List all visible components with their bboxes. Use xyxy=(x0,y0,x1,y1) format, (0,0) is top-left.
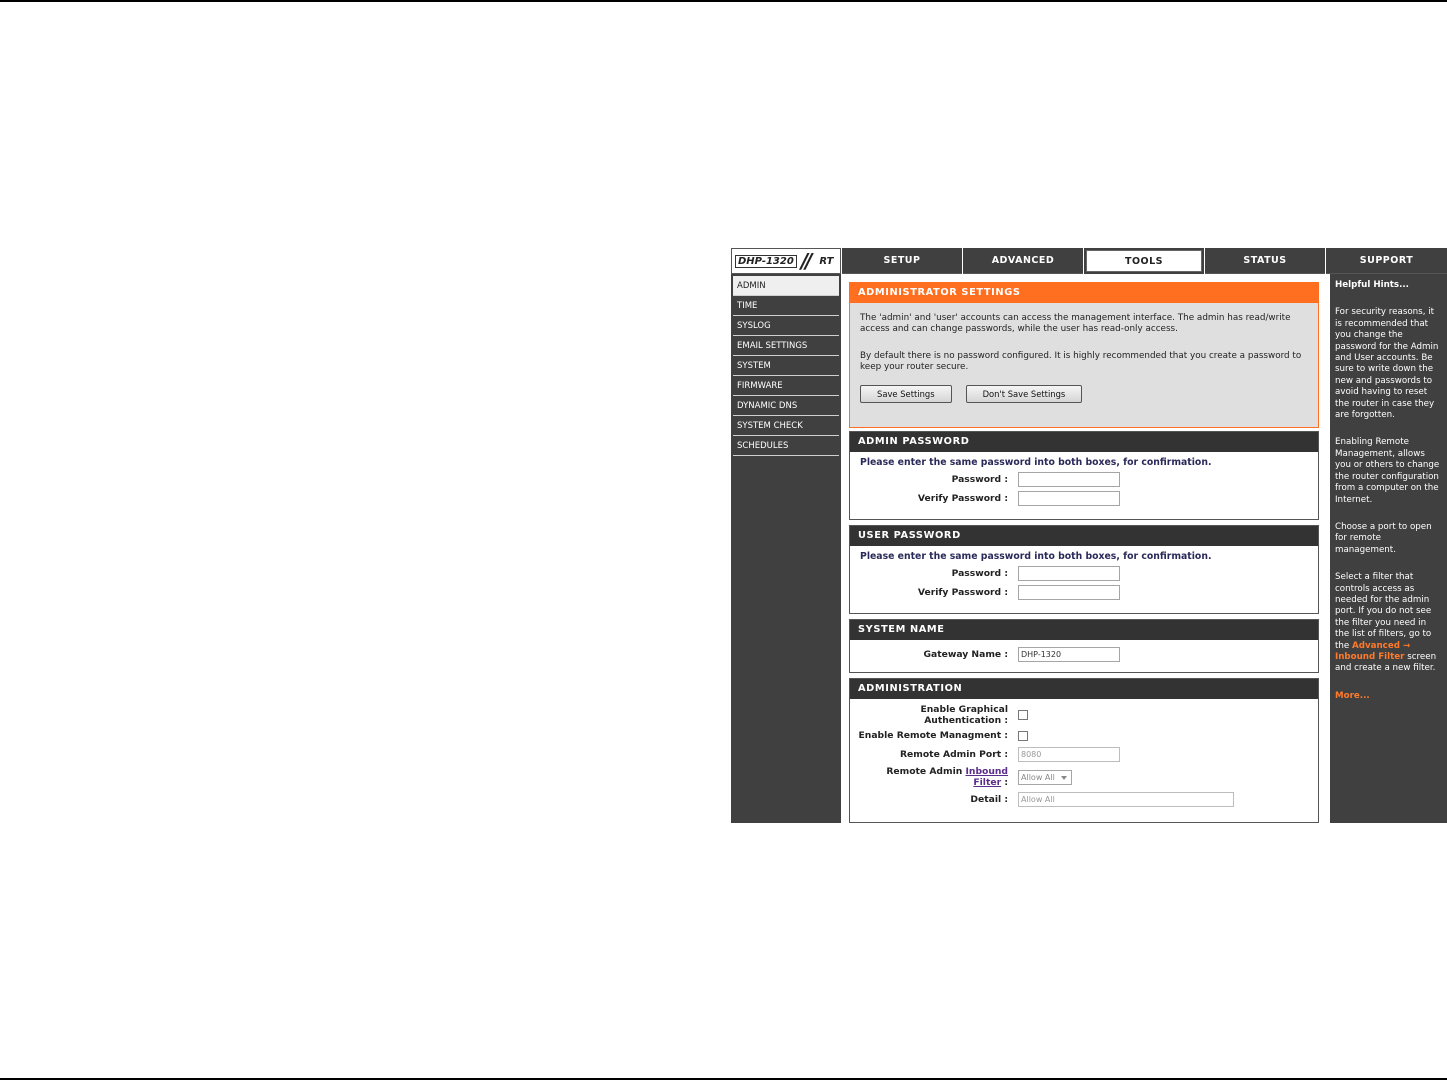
graphical-auth-checkbox[interactable] xyxy=(1018,710,1028,720)
section-title: ADMIN PASSWORD xyxy=(850,432,1318,452)
verify-password-label: Verify Password : xyxy=(917,493,1008,504)
form-row: Verify Password : xyxy=(850,491,1318,506)
user-password-input[interactable] xyxy=(1018,566,1120,581)
page-top-rule xyxy=(0,0,1447,2)
hint-filter-text: Select a filter that controls access as … xyxy=(1335,572,1432,651)
remote-management-checkbox[interactable] xyxy=(1018,730,1028,741)
chevron-down-icon xyxy=(1061,775,1067,780)
form-row: Password : xyxy=(850,566,1318,581)
main-content: ADMINISTRATOR SETTINGS The 'admin' and '… xyxy=(841,274,1326,823)
verify-password-label: Verify Password : xyxy=(917,587,1008,598)
tab-advanced[interactable]: ADVANCED xyxy=(963,248,1083,274)
graphical-auth-label: Enable Graphical Authentication : xyxy=(850,704,1018,726)
instruction-text: Please enter the same password into both… xyxy=(860,457,1212,468)
sidebar-item-system-check[interactable]: SYSTEM CHECK xyxy=(733,416,839,436)
section-title: SYSTEM NAME xyxy=(850,620,1318,640)
remote-admin-filter-label: Remote Admin Inbound Filter : xyxy=(850,766,1018,788)
filter-label-colon: : xyxy=(1004,777,1008,788)
button-row: Save Settings Don't Save Settings xyxy=(850,384,1318,403)
instruction-text: Please enter the same password into both… xyxy=(860,551,1212,562)
detail-input[interactable]: Allow All xyxy=(1018,792,1234,807)
form-row: Enable Remote Managment : xyxy=(850,730,1318,741)
detail-label: Detail : xyxy=(970,794,1008,805)
hint-filter: Select a filter that controls access as … xyxy=(1335,572,1442,675)
sidebar-item-schedules[interactable]: SCHEDULES xyxy=(733,436,839,456)
sidebar-item-email-settings[interactable]: EMAIL SETTINGS xyxy=(733,336,839,356)
administration-section: ADMINISTRATION Enable Graphical Authenti… xyxy=(849,678,1319,823)
form-row: Gateway Name : DHP-1320 xyxy=(850,647,1318,662)
admin-password-section: ADMIN PASSWORD Please enter the same pas… xyxy=(849,431,1319,520)
form-row: Password : xyxy=(850,472,1318,487)
gateway-name-input[interactable]: DHP-1320 xyxy=(1018,647,1120,662)
gateway-name-label: Gateway Name : xyxy=(923,649,1008,660)
tab-support[interactable]: SUPPORT xyxy=(1326,248,1447,274)
inbound-filter-link-line2[interactable]: Filter xyxy=(973,777,1001,788)
page-bottom-rule xyxy=(0,1078,1447,1080)
helpful-hints-panel: Helpful Hints... For security reasons, i… xyxy=(1326,274,1447,823)
sidebar-item-time[interactable]: TIME xyxy=(733,296,839,316)
sidebar-item-admin[interactable]: ADMIN xyxy=(733,276,839,296)
sidebar-item-firmware[interactable]: FIRMWARE xyxy=(733,376,839,396)
form-row: Verify Password : xyxy=(850,585,1318,600)
hint-port: Choose a port to open for remote managem… xyxy=(1335,521,1432,555)
form-row: Remote Admin Port : 8080 xyxy=(850,747,1318,762)
sidebar-item-system[interactable]: SYSTEM xyxy=(733,356,839,376)
save-settings-button[interactable]: Save Settings xyxy=(860,384,952,403)
tab-setup[interactable]: SETUP xyxy=(842,248,962,274)
intro-paragraph-1: The 'admin' and 'user' accounts can acce… xyxy=(860,313,1291,335)
inbound-filter-selected: Allow All xyxy=(1021,772,1055,782)
section-title: ADMINISTRATION xyxy=(850,679,1318,699)
graphical-auth-label-line1: Enable Graphical xyxy=(920,704,1008,715)
inbound-filter-link[interactable]: Inbound xyxy=(965,766,1008,777)
dont-save-settings-button[interactable]: Don't Save Settings xyxy=(965,384,1083,403)
inbound-filter-select[interactable]: Allow All xyxy=(1018,769,1072,785)
section-title: USER PASSWORD xyxy=(850,526,1318,546)
admin-verify-password-input[interactable] xyxy=(1018,491,1120,506)
user-password-section: USER PASSWORD Please enter the same pass… xyxy=(849,525,1319,614)
password-label: Password : xyxy=(951,474,1008,485)
logo-suffix: RT xyxy=(819,255,834,267)
user-verify-password-input[interactable] xyxy=(1018,585,1120,600)
section-title: ADMINISTRATOR SETTINGS xyxy=(850,283,1318,303)
form-row: Enable Graphical Authentication : xyxy=(850,704,1318,726)
logo-model: DHP-1320 xyxy=(735,254,797,268)
more-link[interactable]: More... xyxy=(1335,691,1442,702)
product-logo: DHP-1320 // RT xyxy=(731,248,841,274)
tab-tools[interactable]: TOOLS xyxy=(1086,250,1202,272)
hint-security: For security reasons, it is recommended … xyxy=(1335,307,1439,421)
form-row: Remote Admin Inbound Filter : Allow All xyxy=(850,766,1318,788)
password-label: Password : xyxy=(951,568,1008,579)
system-name-section: SYSTEM NAME Gateway Name : DHP-1320 xyxy=(849,619,1319,673)
administrator-settings-section: ADMINISTRATOR SETTINGS The 'admin' and '… xyxy=(849,282,1319,428)
graphical-auth-label-line2: Authentication : xyxy=(924,715,1008,726)
hints-title: Helpful Hints... xyxy=(1335,280,1409,290)
remote-management-label: Enable Remote Managment : xyxy=(858,730,1008,741)
sidebar-item-syslog[interactable]: SYSLOG xyxy=(733,316,839,336)
hint-remote-management: Enabling Remote Management, allows you o… xyxy=(1335,437,1440,505)
form-row: Detail : Allow All xyxy=(850,792,1318,807)
tab-status[interactable]: STATUS xyxy=(1205,248,1325,274)
intro-paragraph-2: By default there is no password configur… xyxy=(860,350,1302,373)
admin-password-input[interactable] xyxy=(1018,472,1120,487)
router-admin-ui: DHP-1320 // RT SETUP ADVANCED TOOLS STAT… xyxy=(731,248,1447,823)
sidebar-item-dynamic-dns[interactable]: DYNAMIC DNS xyxy=(733,396,839,416)
remote-admin-port-label: Remote Admin Port : xyxy=(899,749,1008,760)
filter-label-prefix: Remote Admin xyxy=(886,766,963,777)
top-navigation: DHP-1320 // RT SETUP ADVANCED TOOLS STAT… xyxy=(731,248,1447,274)
logo-slashes: // xyxy=(800,249,812,273)
remote-admin-port-input[interactable]: 8080 xyxy=(1018,747,1120,762)
sidebar: ADMIN TIME SYSLOG EMAIL SETTINGS SYSTEM … xyxy=(731,274,841,823)
